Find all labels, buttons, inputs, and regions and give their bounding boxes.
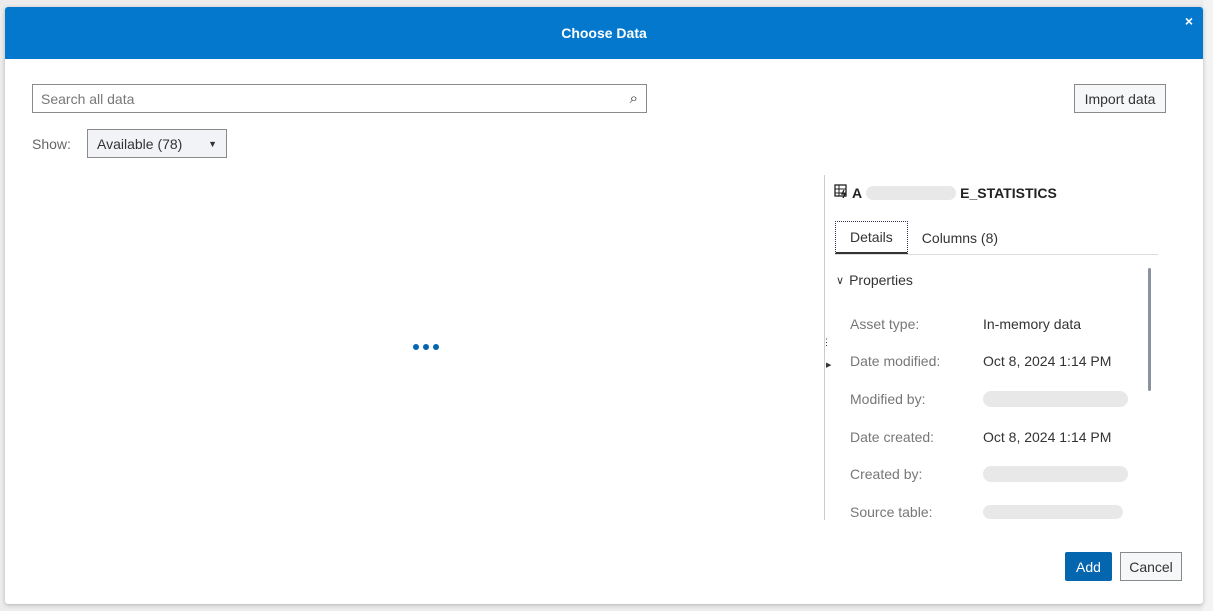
table-name-suffix: E_STATISTICS — [960, 184, 1057, 201]
splitter-handle-icon[interactable]: ⋮ — [822, 338, 831, 347]
properties-scrollbar[interactable] — [1148, 268, 1151, 391]
property-key: Modified by: — [850, 390, 926, 407]
search-field[interactable]: ⌕ — [32, 84, 647, 113]
tab-columns[interactable]: Columns (8) — [908, 221, 1012, 254]
search-input[interactable] — [41, 90, 630, 107]
property-value: Oct 8, 2024 1:14 PM — [983, 353, 1112, 370]
chevron-down-icon: ∨ — [836, 274, 845, 287]
properties-toggle[interactable]: ∨ Properties — [836, 272, 1146, 288]
dialog-title: Choose Data — [561, 25, 647, 41]
property-value: Oct 8, 2024 1:14 PM — [983, 428, 1112, 445]
property-key: Date modified: — [850, 353, 941, 370]
in-memory-table-icon — [834, 184, 848, 201]
table-title: A E_STATISTICS — [834, 184, 1057, 201]
properties-heading: Properties — [849, 272, 913, 288]
property-value: In-memory data — [983, 315, 1082, 332]
dialog-header: Choose Data × — [5, 7, 1203, 59]
property-key: Asset type: — [850, 315, 920, 332]
panel-splitter[interactable] — [824, 175, 825, 520]
import-data-button[interactable]: Import data — [1074, 84, 1166, 113]
property-row: Date modified: Oct 8, 2024 1:14 PM — [836, 343, 1146, 381]
redacted-value — [983, 390, 1128, 407]
property-row: Modified by: — [836, 380, 1146, 418]
show-label: Show: — [32, 136, 71, 152]
properties-section: ∨ Properties Asset type: In-memory data D… — [836, 272, 1146, 531]
table-name-prefix: A — [852, 184, 863, 201]
redacted-value — [983, 504, 1123, 519]
property-row: Source table: — [836, 493, 1146, 531]
background-page — [1203, 0, 1213, 611]
caret-down-icon: ▼ — [208, 138, 217, 149]
cancel-button[interactable]: Cancel — [1120, 552, 1182, 581]
property-key: Date created: — [850, 428, 935, 445]
property-key: Source table: — [850, 503, 933, 520]
detail-tabs: Details Columns (8) — [835, 221, 1158, 255]
close-icon[interactable]: × — [1185, 13, 1193, 29]
property-row: Date created: Oct 8, 2024 1:14 PM — [836, 418, 1146, 456]
tab-details[interactable]: Details — [835, 221, 908, 254]
expand-arrow-icon[interactable]: ▶ — [826, 361, 831, 369]
show-select[interactable]: Available (78) ▼ — [87, 129, 227, 158]
property-key: Created by: — [850, 466, 923, 483]
add-button[interactable]: Add — [1065, 552, 1112, 581]
loading-indicator — [413, 344, 439, 350]
redacted-value — [983, 466, 1128, 483]
search-icon[interactable]: ⌕ — [630, 90, 638, 107]
property-row: Asset type: In-memory data — [836, 305, 1146, 343]
show-selected-value: Available (78) — [97, 135, 183, 152]
redacted-text — [866, 185, 957, 200]
property-row: Created by: — [836, 455, 1146, 493]
